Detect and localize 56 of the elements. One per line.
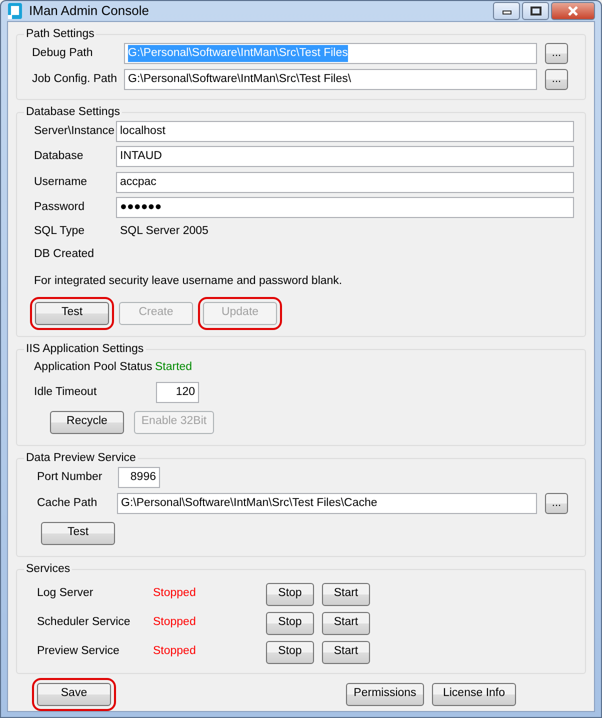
close-button[interactable] <box>551 2 595 20</box>
browse-button[interactable]: ... <box>545 69 568 90</box>
group-title: Services <box>24 562 72 576</box>
button[interactable]: Stop <box>266 640 314 664</box>
button[interactable]: Start <box>322 582 370 606</box>
input-field[interactable]: G:\Personal\Software\IntMan\Src\Test Files\Cache <box>117 493 537 514</box>
hint-text: For integrated security leave username and password blank. <box>34 274 342 289</box>
input-field[interactable]: accpac <box>116 172 574 193</box>
status-text: Stopped <box>153 615 197 630</box>
input-field[interactable]: ●●●●●● <box>116 197 574 218</box>
input-field[interactable]: INTAUD <box>116 146 574 168</box>
field-label: Port Number <box>37 470 104 485</box>
field-label: Application Pool Status <box>34 360 154 375</box>
window-title: IMan Admin Console <box>29 2 149 20</box>
field-label: Log Server <box>37 586 94 602</box>
app-icon <box>7 2 23 19</box>
button[interactable]: Save <box>37 682 111 706</box>
browse-button[interactable]: ... <box>545 493 568 514</box>
maximize-button[interactable] <box>522 2 549 20</box>
button[interactable]: Stop <box>266 582 314 606</box>
field-label: Password <box>34 200 86 216</box>
status-text: Stopped <box>153 644 197 660</box>
button[interactable]: Test <box>41 522 115 544</box>
field-label: Cache Path <box>37 496 98 511</box>
input-field[interactable]: localhost <box>116 120 574 142</box>
group-title: Path Settings <box>24 26 96 40</box>
group-title: IIS Application Settings <box>24 342 146 356</box>
field-label: SQL Type <box>34 224 86 240</box>
value-text: SQL Server 2005 <box>120 224 208 240</box>
status-text: Started <box>155 360 192 375</box>
field-label: Username <box>34 174 88 190</box>
group-title: Data Preview Service <box>24 450 138 464</box>
button[interactable]: License Info <box>432 682 516 706</box>
field-label: DB Created <box>34 247 96 262</box>
field-label: Server\Instance <box>34 124 116 139</box>
group-title: Database Settings <box>24 104 122 118</box>
browse-button[interactable]: ... <box>545 43 568 64</box>
field-label: Database <box>34 149 84 164</box>
button[interactable]: Start <box>322 612 370 634</box>
field-label: Idle Timeout <box>34 384 98 400</box>
minimize-button[interactable] <box>493 2 520 20</box>
input-field[interactable]: G:\Personal\Software\IntMan\Src\Test Files\ <box>124 69 537 90</box>
input-field[interactable]: 120 <box>156 382 199 403</box>
field-label: Scheduler Service <box>37 615 132 630</box>
button[interactable]: Start <box>322 640 370 664</box>
button[interactable]: Permissions <box>346 682 424 706</box>
maximize-icon <box>530 6 542 16</box>
field-label: Job Config. Path <box>32 72 118 87</box>
button[interactable]: Stop <box>266 612 314 634</box>
field-label: Debug Path <box>32 46 94 61</box>
status-text: Stopped <box>153 586 197 602</box>
field-label: Preview Service <box>37 644 120 660</box>
close-icon <box>566 6 580 16</box>
button[interactable]: Test <box>35 302 109 324</box>
button[interactable]: Recycle <box>50 410 124 434</box>
input-field[interactable]: 8996 <box>118 467 160 488</box>
